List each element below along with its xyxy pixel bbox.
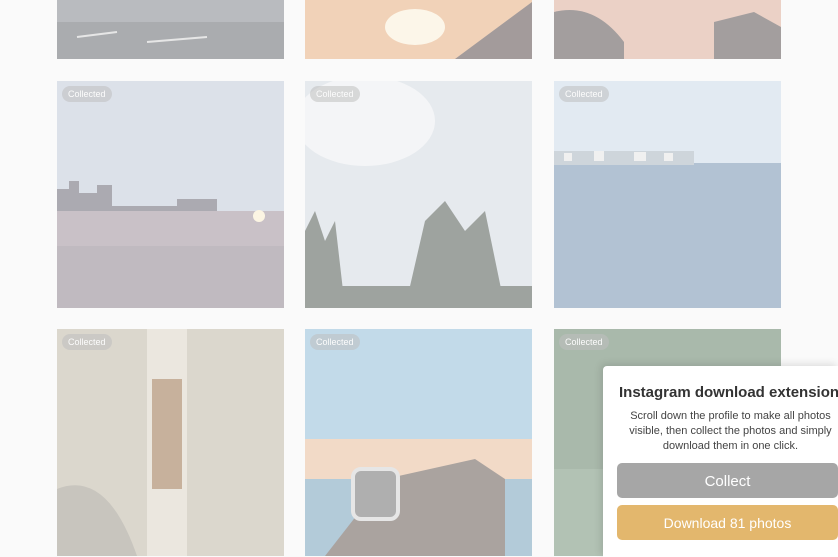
photo-tile[interactable] [554, 0, 781, 59]
photo-watch-beach [305, 329, 532, 556]
panel-description: Scroll down the profile to make all phot… [629, 410, 832, 452]
photo-sea-town [554, 81, 781, 308]
photo-tile[interactable] [305, 0, 532, 59]
photo-tile[interactable]: Collected [305, 81, 532, 308]
collected-badge: Collected [559, 86, 609, 102]
photo-coast-rocks [554, 0, 781, 59]
panel-title: Instagram download extension [619, 384, 838, 401]
collect-button[interactable]: Collect [617, 463, 838, 498]
download-photos-button[interactable]: Download 81 photos [617, 505, 838, 540]
photo-city-sunset [57, 81, 284, 308]
photo-harbor [57, 0, 284, 59]
collected-badge: Collected [559, 334, 609, 350]
photo-tile[interactable]: Collected [57, 329, 284, 556]
collected-badge: Collected [62, 86, 112, 102]
photo-tile[interactable]: Collected [305, 329, 532, 556]
photo-tree-trunk [57, 329, 284, 556]
collected-badge: Collected [310, 334, 360, 350]
photo-sunset-water [305, 0, 532, 59]
photo-tile[interactable]: Collected [554, 81, 781, 308]
photo-tile[interactable]: Collected [57, 81, 284, 308]
download-extension-panel: Instagram download extension Scroll down… [603, 366, 838, 557]
photo-trees-sky [305, 81, 532, 308]
collected-badge: Collected [62, 334, 112, 350]
photo-tile[interactable] [57, 0, 284, 59]
collected-badge: Collected [310, 86, 360, 102]
